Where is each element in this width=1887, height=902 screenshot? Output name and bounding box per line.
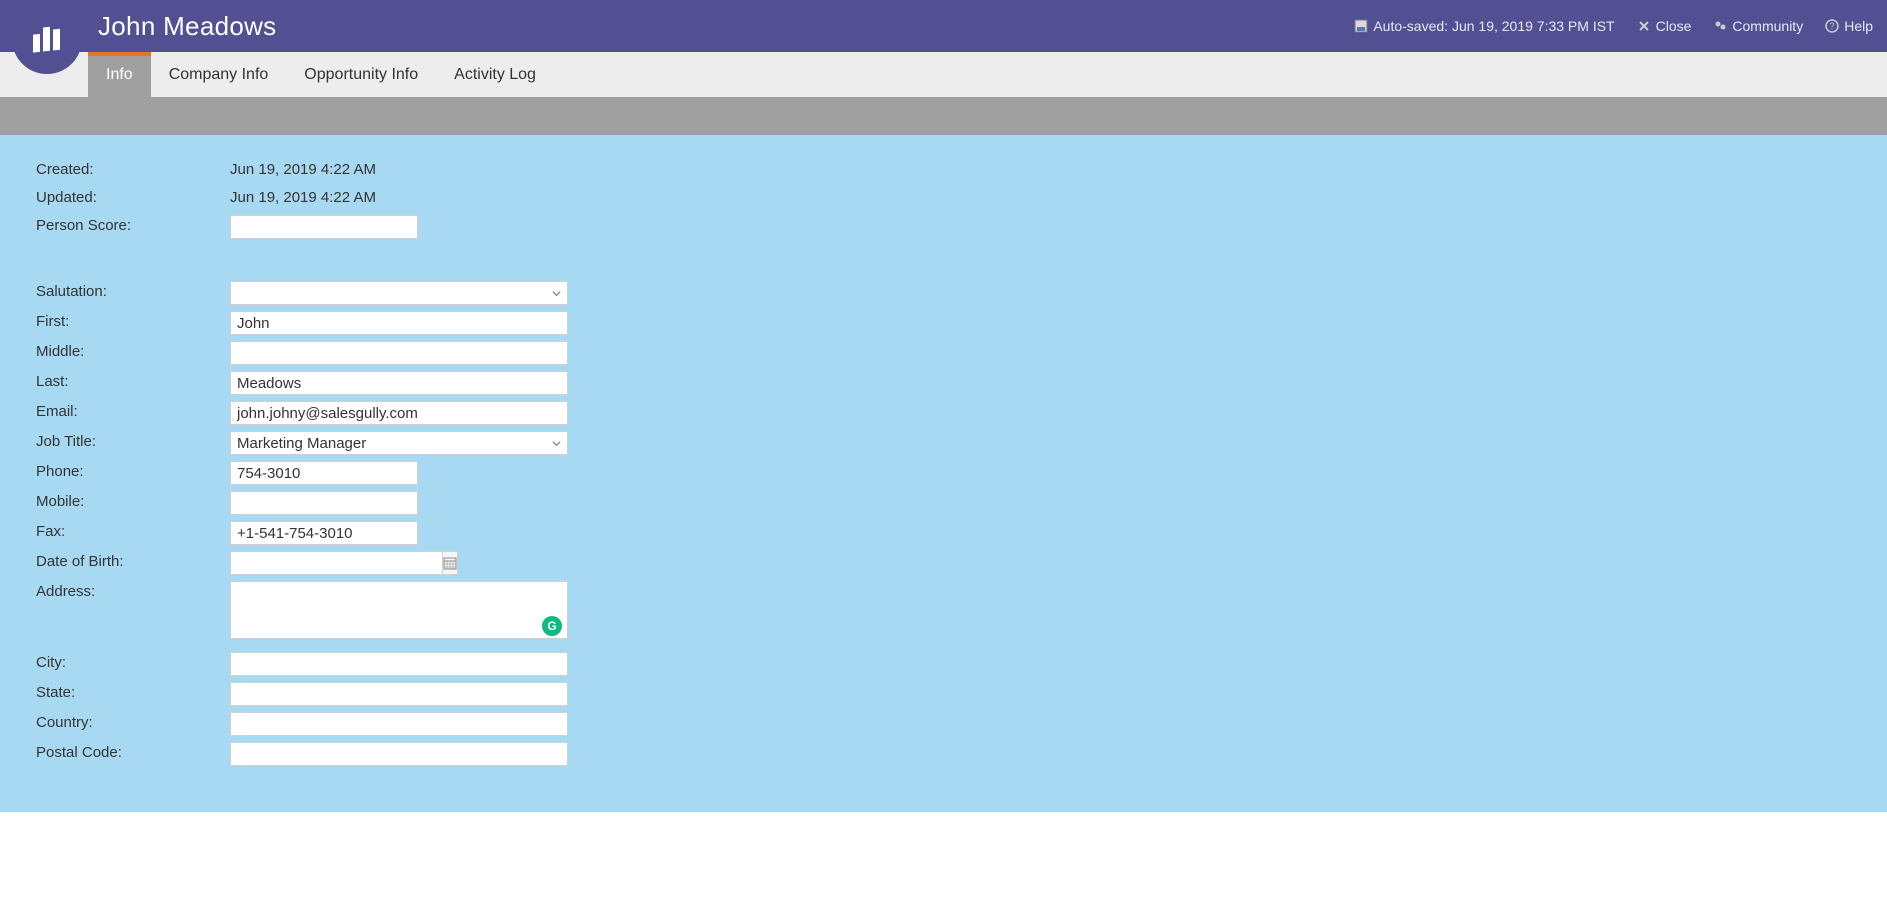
tab-info[interactable]: Info xyxy=(88,52,151,97)
person-score-label: Person Score: xyxy=(36,215,230,234)
help-label: Help xyxy=(1844,18,1873,34)
row-last: Last: xyxy=(36,371,1851,395)
created-value: Jun 19, 2019 4:22 AM xyxy=(230,159,376,178)
toolbar-band xyxy=(0,97,1887,135)
row-job-title: Job Title: Marketing Manager xyxy=(36,431,1851,455)
address-label: Address: xyxy=(36,581,230,600)
chevron-down-icon xyxy=(552,435,561,452)
tab-opportunity-info[interactable]: Opportunity Info xyxy=(286,52,436,97)
dob-input[interactable] xyxy=(230,551,442,575)
content-area: Created: Jun 19, 2019 4:22 AM Updated: J… xyxy=(0,135,1887,812)
state-label: State: xyxy=(36,682,230,701)
row-city: City: xyxy=(36,652,1851,676)
row-email: Email: xyxy=(36,401,1851,425)
close-label: Close xyxy=(1656,18,1692,34)
address-input[interactable] xyxy=(230,581,568,639)
row-address: Address: G xyxy=(36,581,1851,642)
tab-company-info[interactable]: Company Info xyxy=(151,52,287,97)
chevron-down-icon xyxy=(552,285,561,302)
close-button[interactable]: Close xyxy=(1637,18,1692,34)
job-title-select[interactable]: Marketing Manager xyxy=(230,431,568,455)
row-country: Country: xyxy=(36,712,1851,736)
help-icon: ? xyxy=(1825,19,1839,33)
close-icon xyxy=(1637,19,1651,33)
first-label: First: xyxy=(36,311,230,330)
updated-label: Updated: xyxy=(36,187,230,206)
bars-icon xyxy=(29,21,65,57)
autosaved-status: Auto-saved: Jun 19, 2019 7:33 PM IST xyxy=(1354,18,1614,34)
row-postal: Postal Code: xyxy=(36,742,1851,766)
mobile-label: Mobile: xyxy=(36,491,230,510)
row-created: Created: Jun 19, 2019 4:22 AM xyxy=(36,159,1851,181)
header-bar: John Meadows Auto-saved: Jun 19, 2019 7:… xyxy=(0,0,1887,52)
salutation-label: Salutation: xyxy=(36,281,230,300)
phone-input[interactable] xyxy=(230,461,418,485)
row-salutation: Salutation: xyxy=(36,281,1851,305)
middle-label: Middle: xyxy=(36,341,230,360)
header-right: Auto-saved: Jun 19, 2019 7:33 PM IST Clo… xyxy=(1354,18,1887,34)
country-label: Country: xyxy=(36,712,230,731)
created-label: Created: xyxy=(36,159,230,178)
row-updated: Updated: Jun 19, 2019 4:22 AM xyxy=(36,187,1851,209)
person-score-input[interactable] xyxy=(230,215,418,239)
city-label: City: xyxy=(36,652,230,671)
row-phone: Phone: xyxy=(36,461,1851,485)
country-input[interactable] xyxy=(230,712,568,736)
row-state: State: xyxy=(36,682,1851,706)
last-label: Last: xyxy=(36,371,230,390)
page-title: John Meadows xyxy=(98,11,276,42)
logo-wrap xyxy=(0,0,88,52)
svg-text:?: ? xyxy=(1830,21,1835,31)
middle-input[interactable] xyxy=(230,341,568,365)
save-icon xyxy=(1354,19,1368,33)
community-label: Community xyxy=(1732,18,1803,34)
calendar-icon xyxy=(443,556,457,570)
row-fax: Fax: xyxy=(36,521,1851,545)
city-input[interactable] xyxy=(230,652,568,676)
job-title-value: Marketing Manager xyxy=(237,435,366,452)
first-input[interactable] xyxy=(230,311,568,335)
row-person-score: Person Score: xyxy=(36,215,1851,239)
salutation-select[interactable] xyxy=(230,281,568,305)
row-first: First: xyxy=(36,311,1851,335)
community-link[interactable]: Community xyxy=(1713,18,1803,34)
grammarly-icon[interactable]: G xyxy=(542,616,562,636)
tab-strip: Info Company Info Opportunity Info Activ… xyxy=(0,52,1887,97)
state-input[interactable] xyxy=(230,682,568,706)
row-mobile: Mobile: xyxy=(36,491,1851,515)
row-middle: Middle: xyxy=(36,341,1851,365)
dob-label: Date of Birth: xyxy=(36,551,230,570)
mobile-input[interactable] xyxy=(230,491,418,515)
help-link[interactable]: ? Help xyxy=(1825,18,1873,34)
updated-value: Jun 19, 2019 4:22 AM xyxy=(230,187,376,206)
postal-input[interactable] xyxy=(230,742,568,766)
fax-label: Fax: xyxy=(36,521,230,540)
row-dob: Date of Birth: xyxy=(36,551,1851,575)
dob-field xyxy=(230,551,418,575)
job-title-label: Job Title: xyxy=(36,431,230,450)
phone-label: Phone: xyxy=(36,461,230,480)
autosaved-text: Auto-saved: Jun 19, 2019 7:33 PM IST xyxy=(1373,18,1614,34)
last-input[interactable] xyxy=(230,371,568,395)
tab-activity-log[interactable]: Activity Log xyxy=(436,52,554,97)
app-logo[interactable] xyxy=(12,4,82,74)
fax-input[interactable] xyxy=(230,521,418,545)
calendar-button[interactable] xyxy=(442,551,458,575)
community-icon xyxy=(1713,19,1727,33)
email-label: Email: xyxy=(36,401,230,420)
postal-label: Postal Code: xyxy=(36,742,230,761)
email-input[interactable] xyxy=(230,401,568,425)
